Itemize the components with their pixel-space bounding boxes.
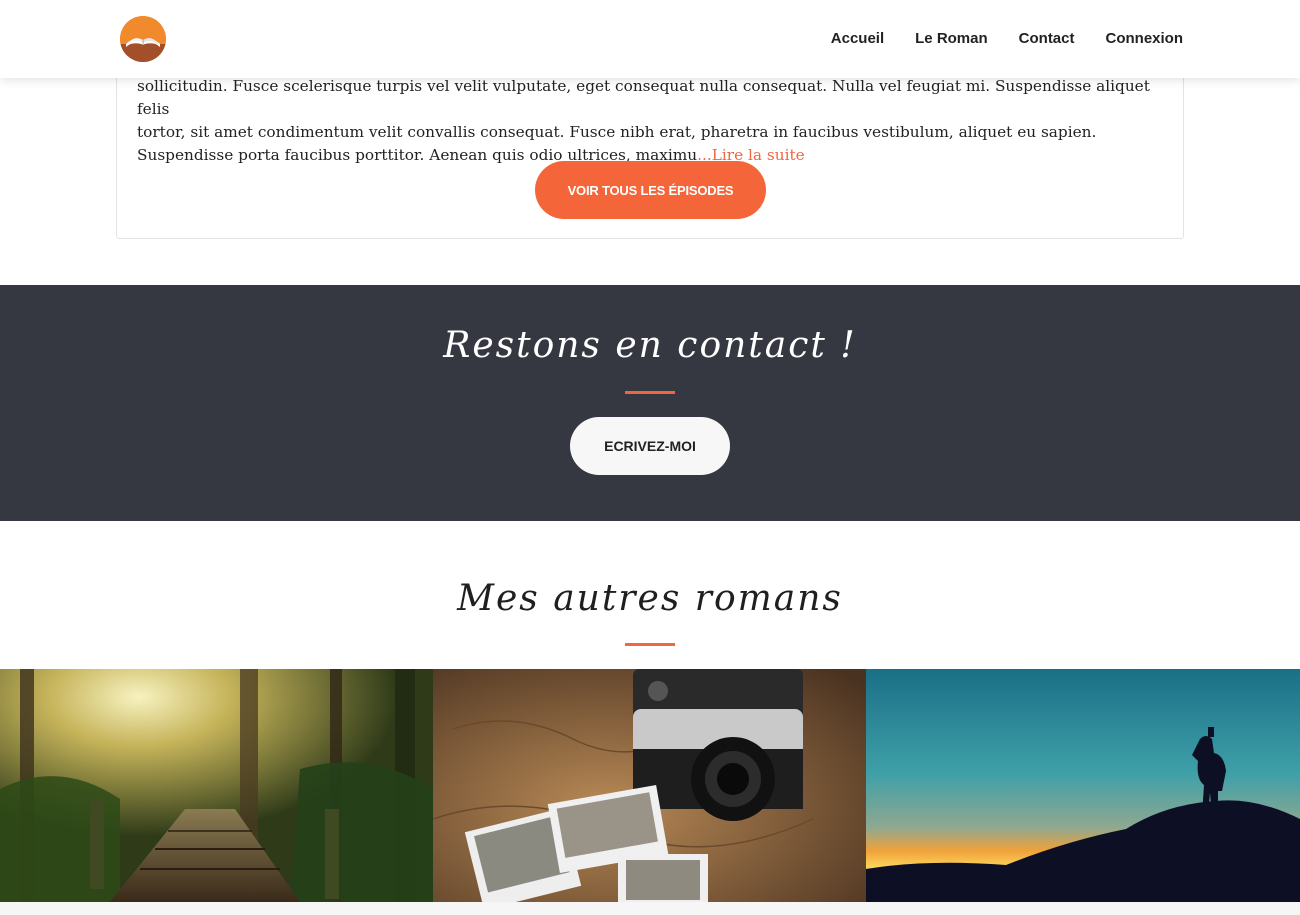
vintage-camera-photos-image[interactable] (433, 669, 866, 902)
footer-edge (0, 902, 1300, 915)
contact-section: Restons en contact ! ECRIVEZ-MOI (0, 285, 1300, 521)
main-nav: Accueil Le Roman Contact Connexion (831, 29, 1183, 49)
open-book-logo-icon[interactable] (120, 16, 166, 62)
title-divider (625, 643, 675, 646)
hiker-silhouette-sunset-image[interactable] (866, 669, 1300, 902)
write-me-button[interactable]: ECRIVEZ-MOI (570, 417, 730, 475)
novels-gallery (0, 669, 1300, 902)
nav-connexion[interactable]: Connexion (1106, 29, 1184, 49)
all-episodes-button[interactable]: VOIR TOUS LES ÉPISODES (535, 161, 766, 219)
nav-contact[interactable]: Contact (1019, 29, 1075, 49)
excerpt-line: tortor, sit amet condimentum velit conva… (137, 123, 1097, 141)
nav-le-roman[interactable]: Le Roman (915, 29, 988, 49)
excerpt-line: sollicitudin. Fusce scelerisque turpis v… (137, 77, 1150, 118)
novels-title: Mes autres romans (457, 578, 843, 619)
nav-accueil[interactable]: Accueil (831, 29, 884, 49)
forest-boardwalk-image[interactable] (0, 669, 433, 902)
title-divider (625, 391, 675, 394)
episode-excerpt: sollicitudin. Fusce scelerisque turpis v… (137, 75, 1167, 167)
site-header: Accueil Le Roman Contact Connexion (0, 0, 1300, 78)
contact-title: Restons en contact ! (443, 325, 857, 366)
